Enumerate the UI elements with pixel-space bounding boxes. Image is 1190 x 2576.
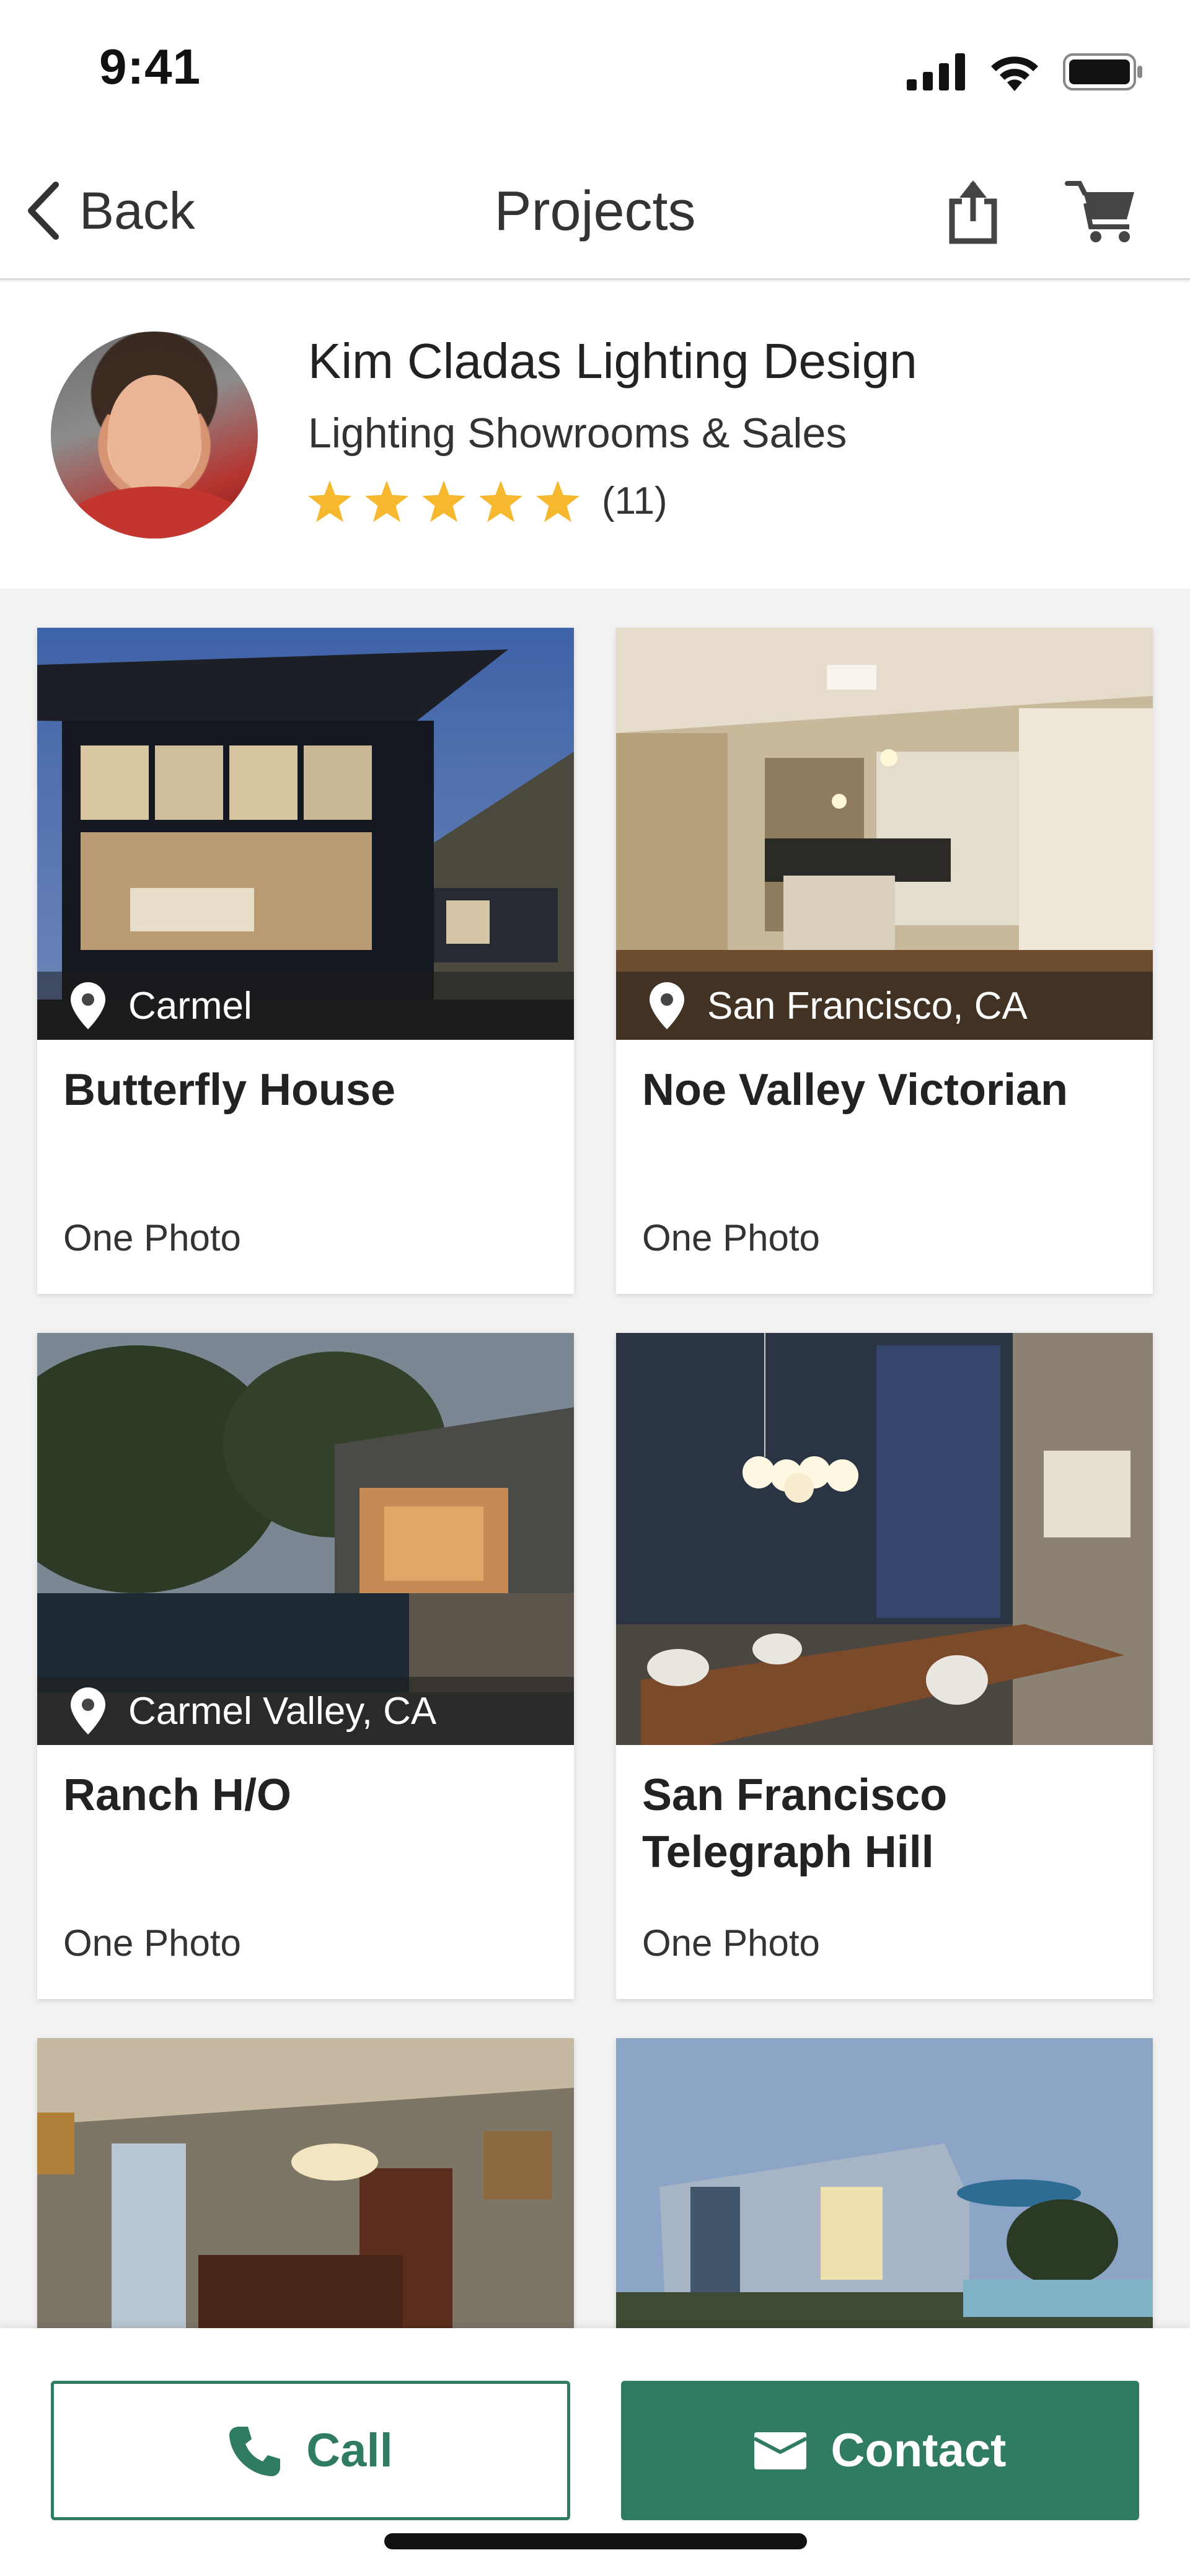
project-card[interactable]: San Francisco, CA Noe Valley Victorian O… <box>616 628 1153 1294</box>
review-count: (11) <box>602 480 668 522</box>
location-pin-icon <box>71 1687 105 1734</box>
home-indicator <box>384 2533 807 2549</box>
project-card[interactable]: San Francisco Telegraph Hill One Photo <box>616 1333 1153 1999</box>
business-profile: Kim Cladas Lighting Design Lighting Show… <box>0 282 1190 589</box>
location-bar: San Francisco, CA <box>616 972 1153 1040</box>
project-title: San Francisco Telegraph Hill <box>642 1770 948 1877</box>
phone-icon <box>229 2426 281 2476</box>
business-name[interactable]: Kim Cladas Lighting Design <box>308 333 917 390</box>
project-card[interactable]: Carmel Valley, CA Ranch H/O One Photo <box>37 1333 574 1999</box>
location-pin-icon <box>71 982 105 1029</box>
share-icon <box>949 180 997 244</box>
project-card[interactable]: Carmel Butterfly House One Photo <box>37 628 574 1294</box>
rating[interactable]: (11) <box>308 479 668 523</box>
chevron-left-icon <box>28 182 59 240</box>
star-icon <box>422 480 465 522</box>
project-title: Noe Valley Victorian <box>642 1065 1068 1115</box>
avatar[interactable] <box>51 332 258 538</box>
star-rating <box>308 480 580 522</box>
project-location: Carmel Valley, CA <box>128 1689 437 1733</box>
share-button[interactable] <box>936 174 1010 248</box>
business-category: Lighting Showrooms & Sales <box>308 410 847 457</box>
status-time: 9:41 <box>99 39 201 94</box>
nav-bar: Projects Back <box>0 143 1190 280</box>
star-icon <box>308 480 351 522</box>
star-icon <box>536 480 580 522</box>
contact-label: Contact <box>831 2424 1007 2477</box>
battery-icon <box>1063 53 1142 90</box>
back-button[interactable]: Back <box>25 174 195 248</box>
project-title: Ranch H/O <box>63 1770 292 1820</box>
star-icon <box>365 480 408 522</box>
call-label: Call <box>306 2424 393 2477</box>
project-title: Butterfly House <box>63 1065 396 1115</box>
wifi-icon <box>991 56 1038 91</box>
star-icon <box>479 480 522 522</box>
status-icons <box>907 53 1144 91</box>
project-location: Carmel <box>128 984 252 1027</box>
photo-count: One Photo <box>63 1922 241 1964</box>
location-bar: Carmel <box>37 972 574 1040</box>
back-label: Back <box>79 181 195 240</box>
cart-icon <box>1065 181 1134 242</box>
cart-button[interactable] <box>1061 174 1142 248</box>
location-bar: Carmel Valley, CA <box>37 1677 574 1745</box>
photo-count: One Photo <box>63 1217 241 1259</box>
call-button[interactable]: Call <box>51 2381 570 2520</box>
photo-count: One Photo <box>642 1922 820 1964</box>
project-photo <box>616 1333 1153 1745</box>
status-bar: 9:41 <box>0 0 1190 143</box>
location-pin-icon <box>650 982 684 1029</box>
cellular-signal-icon <box>907 53 965 90</box>
mail-icon <box>754 2432 806 2469</box>
contact-button[interactable]: Contact <box>621 2381 1139 2520</box>
project-location: San Francisco, CA <box>707 984 1028 1027</box>
photo-count: One Photo <box>642 1217 820 1259</box>
